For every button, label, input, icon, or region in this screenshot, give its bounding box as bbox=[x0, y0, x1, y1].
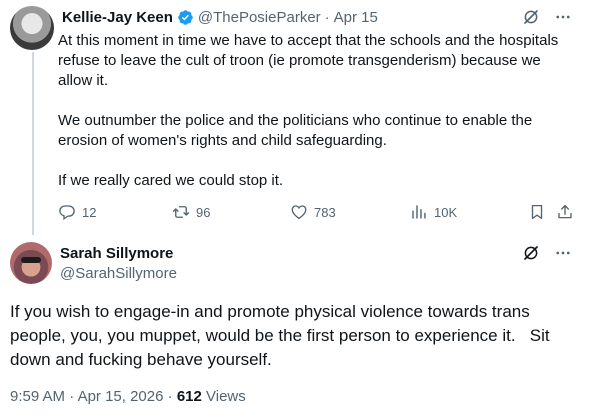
like-icon bbox=[291, 205, 307, 220]
tweet-paragraph: At this moment in time we have to accept… bbox=[58, 32, 559, 89]
avatar[interactable] bbox=[10, 6, 54, 50]
tweet-header: Kellie-Jay Keen @ThePosieParker · Apr 15 bbox=[62, 7, 378, 27]
more-icon[interactable] bbox=[554, 8, 572, 26]
views-count: 612 bbox=[176, 388, 202, 405]
grok-icon[interactable] bbox=[522, 244, 540, 262]
retweet-count: 96 bbox=[196, 204, 211, 220]
retweet-button[interactable]: 96 bbox=[172, 202, 210, 222]
separator-dot: · bbox=[167, 388, 173, 405]
views-count: 10K bbox=[434, 204, 458, 220]
separator-dot: · bbox=[324, 8, 330, 26]
share-button[interactable] bbox=[556, 202, 574, 222]
tweet-time[interactable]: 9:59 AM bbox=[10, 388, 65, 405]
tweet-action-bar: 12 96 783 10K bbox=[58, 202, 578, 222]
bookmark-button[interactable] bbox=[528, 202, 546, 222]
author-name[interactable]: Sarah Sillymore bbox=[60, 245, 173, 262]
tweet-top-actions bbox=[522, 244, 572, 262]
tweet-date[interactable]: Apr 15 bbox=[334, 9, 378, 26]
tweet-paragraph: If we really cared we could stop it. bbox=[58, 172, 284, 189]
author-handle[interactable]: @ThePosieParker bbox=[198, 9, 321, 26]
reply-button[interactable]: 12 bbox=[58, 202, 96, 222]
views-icon bbox=[412, 205, 426, 219]
share-icon bbox=[558, 204, 572, 219]
tweet-top-actions bbox=[522, 8, 572, 26]
more-icon[interactable] bbox=[554, 244, 572, 262]
views-label: Views bbox=[206, 388, 246, 405]
separator-dot: · bbox=[69, 388, 75, 405]
avatar[interactable] bbox=[10, 242, 52, 284]
views-button[interactable]: 10K bbox=[410, 202, 457, 222]
parent-tweet[interactable]: Kellie-Jay Keen @ThePosieParker · Apr 15… bbox=[0, 0, 590, 236]
author-name[interactable]: Kellie-Jay Keen bbox=[62, 9, 173, 26]
reply-count: 12 bbox=[82, 204, 97, 220]
tweet-text: At this moment in time we have to accept… bbox=[58, 31, 578, 191]
grok-icon[interactable] bbox=[522, 8, 540, 26]
reply-icon bbox=[59, 205, 75, 221]
tweet-text: If you wish to engage-in and promote phy… bbox=[10, 302, 555, 369]
like-count: 783 bbox=[314, 204, 336, 220]
like-button[interactable]: 783 bbox=[290, 202, 336, 222]
verified-badge-icon bbox=[177, 9, 194, 26]
tweet-metadata: 9:59 AM · Apr 15, 2026 · 612 Views bbox=[10, 388, 246, 405]
tweet-paragraph: We outnumber the police and the politici… bbox=[58, 112, 533, 149]
tweet-date[interactable]: Apr 15, 2026 bbox=[78, 388, 164, 405]
bookmark-icon bbox=[531, 204, 543, 220]
retweet-icon bbox=[172, 206, 190, 218]
author-handle[interactable]: @SarahSillymore bbox=[60, 265, 177, 282]
